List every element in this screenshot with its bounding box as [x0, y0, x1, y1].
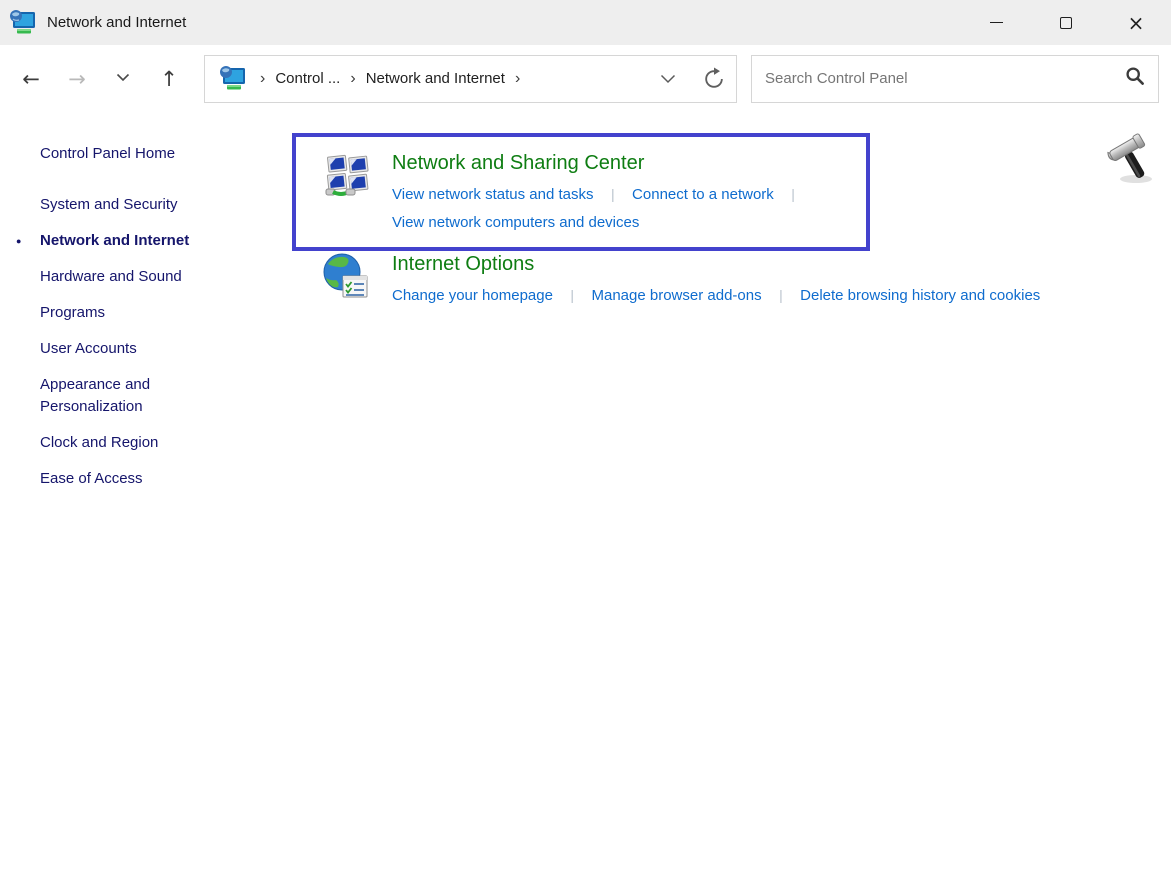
sidebar-item-label: Ease of Access [40, 470, 143, 487]
search-icon[interactable] [1125, 66, 1145, 91]
sidebar-item-label: System and Security [40, 196, 178, 213]
category-title-network-and-sharing-center[interactable]: Network and Sharing Center [392, 149, 808, 177]
sidebar-item-clock-and-region[interactable]: Clock and Region [40, 432, 212, 454]
category-title-internet-options[interactable]: Internet Options [392, 250, 1040, 278]
breadcrumb-chevron: › [350, 70, 355, 88]
breadcrumb-item-control-panel[interactable]: Control ... [275, 70, 340, 87]
title-bar: Network and Internet × [0, 0, 1171, 45]
sidebar-item-ease-of-access[interactable]: Ease of Access [40, 468, 212, 490]
network-and-internet-icon [9, 9, 36, 36]
search-input[interactable] [765, 70, 1125, 87]
active-bullet-icon: ● [16, 230, 21, 252]
maximize-button[interactable] [1031, 0, 1101, 45]
up-button[interactable]: ↑ [146, 67, 192, 91]
sidebar-item-hardware-and-sound[interactable]: Hardware and Sound [40, 266, 212, 288]
category-internet-options: Internet Options Change your homepage | … [290, 250, 1162, 307]
sidebar-item-appearance-and-personalization[interactable]: Appearance and Personalization [40, 374, 212, 418]
sidebar-item-user-accounts[interactable]: User Accounts [40, 338, 212, 360]
category-network-and-sharing-center: Network and Sharing Center View network … [292, 133, 870, 251]
forward-button[interactable]: → [54, 67, 100, 91]
hammer-cursor-icon [1106, 133, 1160, 187]
sidebar-item-control-panel-home[interactable]: Control Panel Home [40, 143, 212, 165]
link-change-your-homepage[interactable]: Change your homepage [392, 287, 553, 304]
maximize-icon [1060, 17, 1072, 29]
sidebar-item-network-and-internet[interactable]: ● Network and Internet [40, 230, 212, 252]
main-panel: Network and Sharing Center View network … [290, 112, 1171, 871]
sidebar-item-label: User Accounts [40, 340, 137, 357]
control-panel-icon [219, 65, 246, 92]
sidebar-item-label: Hardware and Sound [40, 268, 182, 285]
breadcrumb-chevron: › [260, 70, 265, 88]
link-delete-browsing-history-and-cookies[interactable]: Delete browsing history and cookies [800, 287, 1040, 304]
address-bar[interactable]: › Control ... › Network and Internet › [204, 55, 737, 103]
link-separator: | [570, 287, 574, 303]
link-separator: | [791, 186, 795, 202]
address-dropdown-icon[interactable] [660, 74, 676, 84]
network-sharing-center-icon [325, 151, 373, 199]
link-view-network-computers-and-devices[interactable]: View network computers and devices [392, 214, 639, 231]
window-title: Network and Internet [47, 14, 186, 31]
link-view-network-status-and-tasks[interactable]: View network status and tasks [392, 186, 594, 203]
content-area: Control Panel Home System and Security ●… [0, 112, 1171, 871]
internet-options-icon [322, 252, 370, 300]
breadcrumb-item-network-and-internet[interactable]: Network and Internet [366, 70, 505, 87]
link-manage-browser-add-ons[interactable]: Manage browser add-ons [592, 287, 762, 304]
sidebar-item-label: Programs [40, 304, 105, 321]
link-separator: | [779, 287, 783, 303]
close-button[interactable]: × [1101, 0, 1171, 45]
navigation-toolbar: ← → ↑ › Control ... › Network and Intern… [0, 45, 1171, 112]
sidebar-item-system-and-security[interactable]: System and Security [40, 194, 212, 216]
window-controls: × [961, 0, 1171, 45]
recent-locations-dropdown[interactable] [100, 71, 146, 86]
link-separator: | [611, 186, 615, 202]
sidebar-item-label: Appearance and Personalization [40, 376, 150, 415]
link-connect-to-a-network[interactable]: Connect to a network [632, 186, 774, 203]
sidebar-item-programs[interactable]: Programs [40, 302, 212, 324]
sidebar-item-label: Clock and Region [40, 434, 158, 451]
search-box [751, 55, 1159, 103]
refresh-icon[interactable] [702, 67, 726, 91]
close-icon: × [1128, 13, 1145, 33]
minimize-button[interactable] [961, 0, 1031, 45]
back-button[interactable]: ← [8, 67, 54, 91]
breadcrumb-chevron: › [515, 70, 520, 88]
minimize-icon [990, 22, 1003, 24]
sidebar-item-label: Network and Internet [40, 232, 189, 249]
sidebar: Control Panel Home System and Security ●… [0, 112, 290, 871]
